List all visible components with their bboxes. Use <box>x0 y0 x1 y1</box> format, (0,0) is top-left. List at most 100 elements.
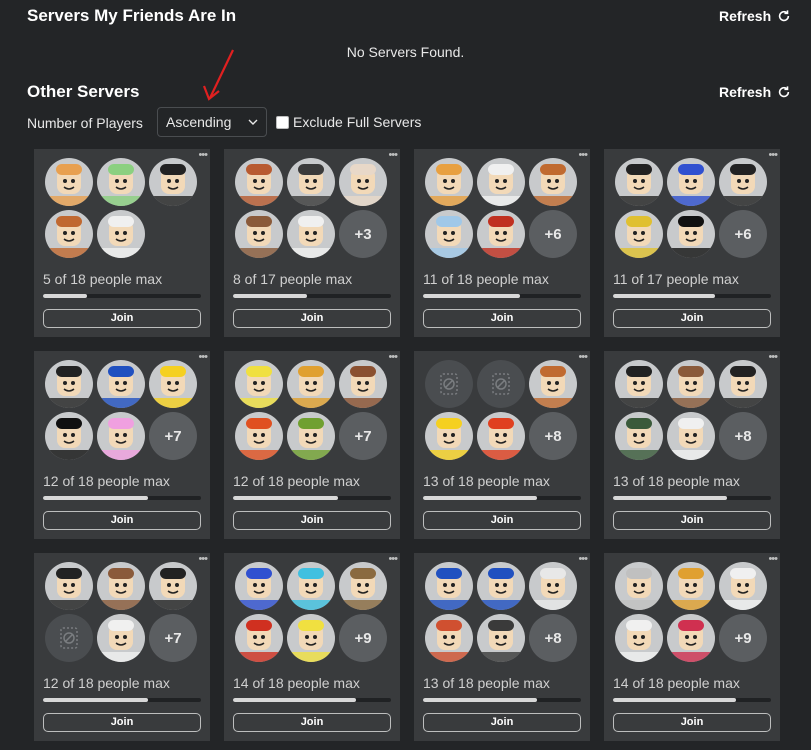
player-avatar[interactable] <box>477 210 525 258</box>
player-avatar[interactable] <box>425 158 473 206</box>
more-options-icon[interactable]: ••• <box>578 554 588 565</box>
more-players-count[interactable]: +3 <box>339 210 387 258</box>
player-avatar[interactable] <box>339 158 387 206</box>
more-options-icon[interactable]: ••• <box>198 150 208 161</box>
more-options-icon[interactable]: ••• <box>768 150 778 161</box>
player-avatar[interactable] <box>235 562 283 610</box>
player-avatar[interactable] <box>287 210 335 258</box>
join-button[interactable]: Join <box>613 309 771 328</box>
player-avatar[interactable] <box>235 210 283 258</box>
join-button[interactable]: Join <box>613 713 771 732</box>
more-players-count[interactable]: +8 <box>529 614 577 662</box>
join-button[interactable]: Join <box>423 511 581 530</box>
more-players-count[interactable]: +6 <box>529 210 577 258</box>
player-avatar[interactable] <box>287 158 335 206</box>
player-avatar[interactable] <box>97 158 145 206</box>
more-options-icon[interactable]: ••• <box>768 554 778 565</box>
player-avatar[interactable] <box>615 614 663 662</box>
exclude-full-checkbox[interactable] <box>276 115 289 129</box>
more-options-icon[interactable]: ••• <box>198 352 208 363</box>
join-button[interactable]: Join <box>43 511 201 530</box>
player-avatar[interactable] <box>97 412 145 460</box>
join-button[interactable]: Join <box>233 309 391 328</box>
player-avatar[interactable] <box>339 562 387 610</box>
player-avatar[interactable] <box>615 412 663 460</box>
hidden-avatar[interactable] <box>45 614 93 662</box>
join-button[interactable]: Join <box>423 309 581 328</box>
player-avatar[interactable] <box>719 360 767 408</box>
friends-refresh-button[interactable]: Refresh <box>719 8 791 24</box>
sort-order-select[interactable]: Ascending <box>157 107 267 137</box>
more-players-count[interactable]: +7 <box>149 614 197 662</box>
player-avatar[interactable] <box>97 614 145 662</box>
player-avatar[interactable] <box>97 562 145 610</box>
player-avatar[interactable] <box>667 562 715 610</box>
player-avatar[interactable] <box>667 210 715 258</box>
more-players-count[interactable]: +9 <box>719 614 767 662</box>
player-avatar[interactable] <box>719 158 767 206</box>
more-options-icon[interactable]: ••• <box>388 554 398 565</box>
player-avatar[interactable] <box>45 562 93 610</box>
player-avatar[interactable] <box>615 360 663 408</box>
more-options-icon[interactable]: ••• <box>578 352 588 363</box>
more-players-count[interactable]: +7 <box>149 412 197 460</box>
join-button[interactable]: Join <box>233 511 391 530</box>
player-avatar[interactable] <box>477 158 525 206</box>
player-avatar[interactable] <box>97 210 145 258</box>
more-players-count[interactable]: +8 <box>529 412 577 460</box>
player-avatar[interactable] <box>235 158 283 206</box>
more-players-count[interactable]: +7 <box>339 412 387 460</box>
exclude-full-servers-toggle[interactable]: Exclude Full Servers <box>276 114 421 130</box>
player-avatar[interactable] <box>149 360 197 408</box>
more-players-count[interactable]: +8 <box>719 412 767 460</box>
player-avatar[interactable] <box>149 158 197 206</box>
other-refresh-button[interactable]: Refresh <box>719 84 791 100</box>
more-players-count[interactable]: +6 <box>719 210 767 258</box>
join-button[interactable]: Join <box>423 713 581 732</box>
join-button[interactable]: Join <box>613 511 771 530</box>
more-options-icon[interactable]: ••• <box>388 352 398 363</box>
player-avatar[interactable] <box>615 210 663 258</box>
player-avatar[interactable] <box>719 562 767 610</box>
join-button[interactable]: Join <box>43 309 201 328</box>
player-avatar[interactable] <box>529 360 577 408</box>
player-avatar[interactable] <box>615 562 663 610</box>
player-avatar[interactable] <box>425 562 473 610</box>
player-avatar[interactable] <box>45 158 93 206</box>
player-avatar[interactable] <box>529 158 577 206</box>
player-avatar[interactable] <box>235 412 283 460</box>
player-avatar[interactable] <box>45 210 93 258</box>
join-button[interactable]: Join <box>233 713 391 732</box>
player-avatar[interactable] <box>287 614 335 662</box>
player-avatar[interactable] <box>477 614 525 662</box>
player-avatar[interactable] <box>287 562 335 610</box>
player-avatar[interactable] <box>529 562 577 610</box>
player-avatar[interactable] <box>97 360 145 408</box>
player-avatar[interactable] <box>149 562 197 610</box>
player-avatar[interactable] <box>425 614 473 662</box>
player-avatar[interactable] <box>477 562 525 610</box>
player-avatar[interactable] <box>235 614 283 662</box>
player-avatar[interactable] <box>425 412 473 460</box>
player-avatar[interactable] <box>477 412 525 460</box>
player-avatar[interactable] <box>235 360 283 408</box>
more-options-icon[interactable]: ••• <box>578 150 588 161</box>
player-avatar[interactable] <box>615 158 663 206</box>
player-avatar[interactable] <box>667 158 715 206</box>
player-avatar[interactable] <box>667 412 715 460</box>
player-avatar[interactable] <box>339 360 387 408</box>
player-avatar[interactable] <box>667 614 715 662</box>
more-players-count[interactable]: +9 <box>339 614 387 662</box>
player-avatar[interactable] <box>45 412 93 460</box>
more-options-icon[interactable]: ••• <box>198 554 208 565</box>
player-avatar[interactable] <box>667 360 715 408</box>
more-options-icon[interactable]: ••• <box>388 150 398 161</box>
more-options-icon[interactable]: ••• <box>768 352 778 363</box>
hidden-avatar[interactable] <box>477 360 525 408</box>
player-avatar[interactable] <box>425 210 473 258</box>
hidden-avatar[interactable] <box>425 360 473 408</box>
player-avatar[interactable] <box>45 360 93 408</box>
join-button[interactable]: Join <box>43 713 201 732</box>
player-avatar[interactable] <box>287 360 335 408</box>
player-avatar[interactable] <box>287 412 335 460</box>
